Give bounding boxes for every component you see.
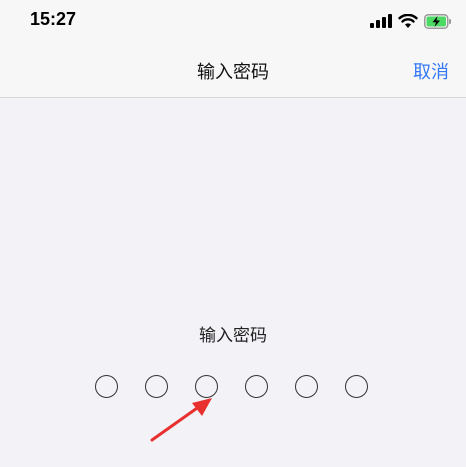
cancel-button[interactable]: 取消 (413, 58, 449, 84)
passcode-dot (95, 375, 118, 398)
nav-title: 输入密码 (197, 62, 269, 83)
cellular-signal-icon (370, 14, 392, 28)
status-time: 15:27 (30, 9, 77, 29)
passcode-content: 输入密码 (0, 98, 466, 467)
passcode-dots[interactable] (95, 375, 375, 399)
wifi-icon (398, 13, 418, 28)
status-bar: 15:27 (0, 0, 466, 42)
passcode-prompt: 输入密码 (199, 326, 267, 346)
passcode-dot (295, 375, 318, 398)
status-icons (370, 11, 452, 31)
passcode-dot (245, 375, 268, 398)
nav-bar: 输入密码 取消 (0, 42, 466, 98)
passcode-dot (345, 375, 368, 398)
annotation-arrow-icon (150, 398, 212, 442)
battery-charging-icon (424, 13, 451, 29)
